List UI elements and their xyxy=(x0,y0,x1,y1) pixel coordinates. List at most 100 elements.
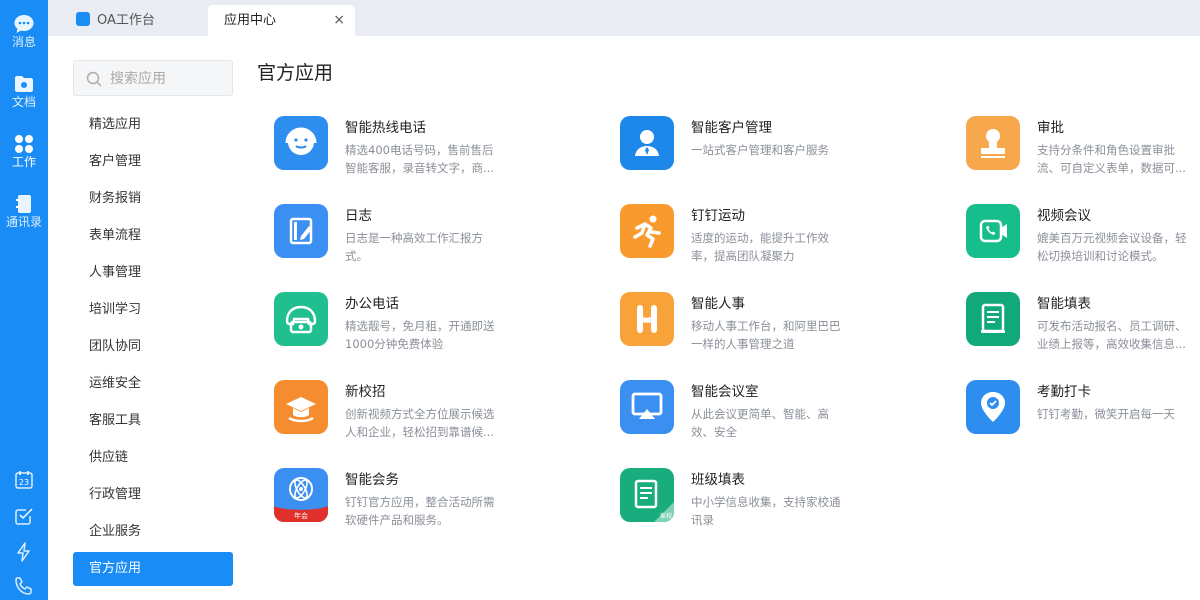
search-icon xyxy=(86,71,102,87)
app-name: 新校招 xyxy=(345,384,386,400)
calendar-23-icon: 23 xyxy=(15,471,33,489)
customer-icon xyxy=(620,116,674,170)
class-form-icon: 家校 xyxy=(620,468,674,522)
app-name: 智能填表 xyxy=(1037,296,1091,312)
app-card[interactable]: 新校招创新视频方式全方位展示候选人和企业，轻松招到靠谱候... xyxy=(274,380,594,450)
app-description: 钉钉考勤，微笑开启每一天 xyxy=(1037,407,1175,421)
calendar-button[interactable]: 23 xyxy=(0,470,48,490)
app-name: 视频会议 xyxy=(1037,208,1091,224)
app-card[interactable]: 办公电话精选靓号，免月租，开通即送1000分钟免费体验 xyxy=(274,292,594,362)
app-card[interactable]: 年会 智能会务 钉钉官方应用，整合活动所需软硬件产品和服务。 xyxy=(274,468,594,538)
tab-bar: OA工作台 应用中心 × xyxy=(48,0,1200,36)
app-description: 精选靓号，免月租，开通即送1000分钟免费体验 xyxy=(345,319,495,351)
lightning-icon xyxy=(17,542,30,562)
app-name: 钉钉运动 xyxy=(691,208,745,224)
apps-grid-icon xyxy=(15,135,33,153)
icon-badge-text: 家校 xyxy=(660,512,672,520)
left-nav-rail: 消息 文档 工作 通讯录 23 xyxy=(0,0,48,600)
graduation-cap-icon xyxy=(274,380,328,434)
app-card[interactable]: 考勤打卡钉钉考勤，微笑开启每一天 xyxy=(966,380,1200,450)
video-call-icon xyxy=(966,204,1020,258)
app-name: 日志 xyxy=(345,208,372,224)
category-item[interactable]: 财务报销 xyxy=(73,182,233,216)
app-name: 审批 xyxy=(1037,120,1064,136)
category-item[interactable]: 行政管理 xyxy=(73,478,233,512)
calendar-day-number: 23 xyxy=(19,478,29,487)
category-item[interactable]: 运维安全 xyxy=(73,367,233,401)
category-item[interactable]: 企业服务 xyxy=(73,515,233,549)
tab-app-center[interactable]: 应用中心 × xyxy=(208,5,355,36)
category-item[interactable]: 表单流程 xyxy=(73,219,233,253)
app-card[interactable]: 视频会议媲美百万元视频会议设备，轻松切换培训和讨论模式。 xyxy=(966,204,1200,274)
app-name: 班级填表 xyxy=(691,472,745,488)
annual-meeting-icon: 年会 xyxy=(274,468,328,522)
search-box xyxy=(73,60,233,96)
category-item[interactable]: 官方应用 xyxy=(73,552,233,586)
nav-item-docs[interactable]: 文档 xyxy=(0,74,48,109)
app-card[interactable]: 智能客户管理一站式客户管理和客户服务 xyxy=(620,116,940,186)
app-description: 可发布活动报名、员工调研、业绩上报等，高效收集信息... xyxy=(1037,319,1187,351)
location-check-icon xyxy=(966,380,1020,434)
icon-badge-text: 年会 xyxy=(294,511,308,520)
category-item[interactable]: 客服工具 xyxy=(73,404,233,438)
app-description: 中小学信息收集，支持家校通讯录 xyxy=(691,495,841,527)
app-card[interactable]: 家校 班级填表中小学信息收集，支持家校通讯录 xyxy=(620,468,940,538)
app-description: 一站式客户管理和客户服务 xyxy=(691,143,829,157)
app-name: 智能会务 xyxy=(345,472,399,488)
app-description: 从此会议更简单、智能、高效、安全 xyxy=(691,407,829,439)
airplay-icon xyxy=(620,380,674,434)
app-card[interactable]: 审批支持分条件和角色设置审批流、可自定义表单，数据可... xyxy=(966,116,1200,186)
task-check-icon xyxy=(15,508,33,525)
nav-item-contacts[interactable]: 通讯录 xyxy=(0,194,48,229)
app-description: 创新视频方式全方位展示候选人和企业，轻松招到靠谱候... xyxy=(345,407,495,439)
headset-icon xyxy=(274,116,328,170)
app-card[interactable]: 智能填表可发布活动报名、员工调研、业绩上报等，高效收集信息... xyxy=(966,292,1200,362)
nav-label-messages: 消息 xyxy=(11,35,36,49)
phone-button[interactable] xyxy=(0,576,48,596)
app-card[interactable]: 智能会议室从此会议更简单、智能、高效、安全 xyxy=(620,380,940,450)
nav-label-work: 工作 xyxy=(11,155,36,169)
category-item[interactable]: 人事管理 xyxy=(73,256,233,290)
category-item[interactable]: 团队协同 xyxy=(73,330,233,364)
phone-call-icon xyxy=(15,577,32,595)
nav-label-contacts: 通讯录 xyxy=(5,215,42,229)
app-description: 媲美百万元视频会议设备，轻松切换培训和讨论模式。 xyxy=(1037,231,1187,263)
app-name: 智能热线电话 xyxy=(345,120,426,136)
tab-label: 应用中心 xyxy=(224,13,277,28)
approval-stamp-icon xyxy=(966,116,1020,170)
tab-oa-workbench[interactable]: OA工作台 xyxy=(76,5,155,36)
form-fill-icon xyxy=(966,292,1020,346)
app-name: 办公电话 xyxy=(345,296,399,312)
app-card[interactable]: 智能热线电话精选400电话号码，售前售后智能客服，录音转文字，商... xyxy=(274,116,594,186)
nav-item-messages[interactable]: 消息 xyxy=(0,14,48,49)
chat-icon xyxy=(14,15,34,33)
search-input[interactable] xyxy=(110,69,226,89)
tab-label: OA工作台 xyxy=(97,13,155,28)
app-card[interactable]: 日志日志是一种高效工作汇报方式。 xyxy=(274,204,594,274)
app-name: 考勤打卡 xyxy=(1037,384,1091,400)
ding-button[interactable] xyxy=(0,542,48,562)
hr-h-icon xyxy=(620,292,674,346)
app-card[interactable]: 钉钉运动 适度的运动，能提升工作效率，提高团队凝聚力 xyxy=(620,204,940,274)
tasks-button[interactable] xyxy=(0,506,48,526)
category-item[interactable]: 培训学习 xyxy=(73,293,233,327)
running-icon xyxy=(620,204,674,258)
journal-icon xyxy=(274,204,328,258)
app-description: 移动人事工作台，和阿里巴巴一样的人事管理之道 xyxy=(691,319,841,351)
app-name: 智能客户管理 xyxy=(691,120,772,136)
app-name: 智能人事 xyxy=(691,296,745,312)
app-description: 支持分条件和角色设置审批流、可自定义表单，数据可... xyxy=(1037,143,1186,175)
app-name: 智能会议室 xyxy=(691,384,759,400)
dingtalk-logo-icon xyxy=(76,12,90,26)
app-description: 日志是一种高效工作汇报方式。 xyxy=(345,231,483,263)
category-item[interactable]: 精选应用 xyxy=(73,108,233,142)
app-description: 精选400电话号码，售前售后智能客服，录音转文字，商... xyxy=(345,143,494,175)
category-item[interactable]: 客户管理 xyxy=(73,145,233,179)
nav-label-docs: 文档 xyxy=(11,95,36,109)
category-item[interactable]: 供应链 xyxy=(73,441,233,475)
folder-icon xyxy=(15,76,33,92)
contacts-icon xyxy=(16,195,31,213)
nav-item-work[interactable]: 工作 xyxy=(0,134,48,169)
close-icon[interactable]: × xyxy=(333,5,345,36)
app-card[interactable]: 智能人事移动人事工作台，和阿里巴巴一样的人事管理之道 xyxy=(620,292,940,362)
